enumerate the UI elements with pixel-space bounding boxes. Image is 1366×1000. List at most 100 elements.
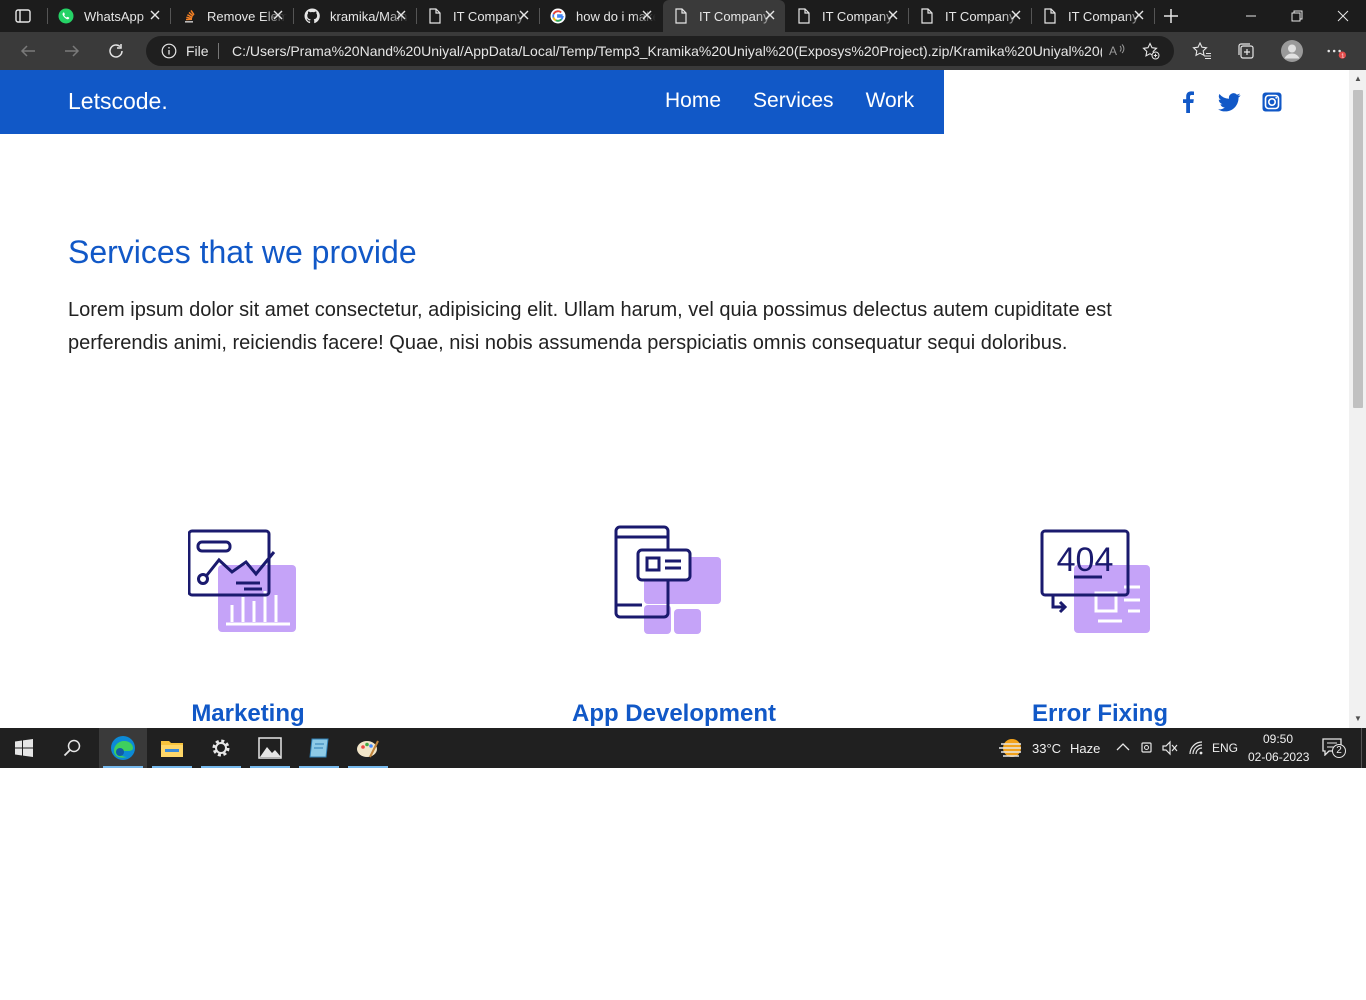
facebook-icon[interactable] (1176, 90, 1200, 114)
site-navbar: Letscode. Home Services Work (0, 70, 944, 134)
weather-haze-icon[interactable] (998, 737, 1024, 759)
tab-it-company[interactable]: IT Company (1032, 0, 1154, 32)
tab-actions-icon[interactable] (10, 7, 36, 25)
weather-temp[interactable]: 33°C (1032, 741, 1061, 756)
favorites-icon[interactable] (1192, 41, 1212, 61)
close-icon[interactable] (271, 8, 285, 22)
windows-taskbar: 33°C Haze ENG 09:50 02-06-2023 2 (0, 728, 1366, 768)
profile-avatar[interactable] (1280, 39, 1304, 63)
service-name: Error Fixing (1031, 700, 1169, 727)
tab-it-company[interactable]: IT Company (786, 0, 908, 32)
close-icon[interactable] (394, 8, 408, 22)
tab-remove-element[interactable]: Remove Element (171, 0, 293, 32)
divider (218, 43, 219, 59)
paint-icon[interactable] (344, 728, 392, 768)
address-bar[interactable]: File C:/Users/Prama%20Nand%20Uniyal/AppD… (146, 36, 1174, 66)
forward-button[interactable] (61, 40, 83, 62)
tab-it-company[interactable]: IT Company (909, 0, 1031, 32)
service-name: App Development (571, 700, 777, 727)
url-text[interactable]: C:/Users/Prama%20Nand%20Uniyal/AppData/L… (232, 43, 1102, 59)
add-favorite-icon[interactable] (1142, 42, 1160, 60)
clock-date[interactable]: 02-06-2023 (1248, 750, 1309, 764)
close-window-button[interactable] (1320, 0, 1366, 32)
action-center-icon[interactable]: 2 (1322, 738, 1346, 760)
stackoverflow-icon (181, 8, 197, 24)
more-menu-icon[interactable]: 1 (1326, 41, 1346, 61)
tab-github[interactable]: kramika/Main (294, 0, 416, 32)
nav-home[interactable]: Home (665, 89, 721, 113)
close-icon[interactable] (763, 8, 777, 22)
back-button[interactable] (17, 40, 39, 62)
site-logo[interactable]: Letscode. (68, 88, 168, 115)
volume-muted-icon[interactable] (1162, 740, 1178, 756)
close-icon[interactable] (1009, 8, 1023, 22)
mobile-app-icon (614, 525, 721, 634)
browser-toolbar: File C:/Users/Prama%20Nand%20Uniyal/AppD… (0, 32, 1366, 70)
file-icon (673, 8, 689, 24)
close-icon[interactable] (886, 8, 900, 22)
clock-time[interactable]: 09:50 (1263, 732, 1293, 746)
network-icon[interactable] (1188, 740, 1204, 756)
settings-icon[interactable] (197, 728, 245, 768)
new-tab-icon[interactable] (1161, 6, 1181, 26)
show-desktop-button[interactable] (1361, 728, 1362, 768)
scroll-down-icon[interactable]: ▼ (1353, 714, 1363, 724)
blank-area (0, 768, 1366, 1000)
weather-condition[interactable]: Haze (1070, 741, 1100, 756)
info-icon[interactable] (161, 43, 177, 59)
notification-count: 2 (1332, 744, 1346, 758)
service-name: Marketing (191, 700, 305, 727)
tab-separator (1154, 8, 1155, 24)
tab-it-company[interactable]: IT Company (417, 0, 539, 32)
search-icon[interactable] (48, 728, 96, 768)
close-icon[interactable] (517, 8, 531, 22)
svg-text:A: A (1109, 44, 1117, 58)
edge-icon[interactable] (99, 728, 147, 768)
notes-icon[interactable] (295, 728, 343, 768)
file-explorer-icon[interactable] (148, 728, 196, 768)
marketing-chart-icon (187, 529, 296, 632)
file-icon (796, 8, 812, 24)
nav-work[interactable]: Work (866, 89, 915, 113)
tab-google-search[interactable]: how do i make (540, 0, 662, 32)
github-icon (304, 8, 320, 24)
chevron-up-icon[interactable] (1116, 742, 1130, 752)
tab-it-company-active[interactable]: IT Company (663, 0, 785, 32)
service-card-error-fixing: 404 Error Fixing (950, 525, 1250, 727)
scroll-up-icon[interactable]: ▲ (1353, 74, 1363, 84)
language-indicator[interactable]: ENG (1212, 741, 1238, 755)
refresh-button[interactable] (105, 40, 127, 62)
file-icon (919, 8, 935, 24)
meet-now-icon[interactable] (1140, 740, 1154, 756)
whatsapp-icon (58, 8, 74, 24)
section-description: Lorem ipsum dolor sit amet consectetur, … (68, 299, 1112, 354)
close-icon[interactable] (1132, 8, 1146, 22)
nav-links: Home Services Work (665, 89, 946, 113)
restore-button[interactable] (1274, 0, 1320, 32)
close-icon[interactable] (640, 8, 654, 22)
page-viewport: Letscode. Home Services Work Services th… (0, 70, 1366, 728)
error-code-text: 404 (1057, 541, 1114, 579)
file-icon (427, 8, 443, 24)
file-icon (1042, 8, 1058, 24)
service-card-marketing: Marketing (98, 525, 398, 727)
scheme-label: File (186, 43, 209, 59)
page-scrollbar[interactable]: ▲ ▼ (1349, 70, 1366, 728)
twitter-icon[interactable] (1217, 90, 1241, 114)
error-404-icon: 404 (1040, 529, 1150, 633)
scroll-thumb[interactable] (1353, 90, 1363, 408)
instagram-icon[interactable] (1260, 90, 1284, 114)
close-icon[interactable] (148, 8, 162, 22)
start-icon[interactable] (0, 728, 48, 768)
browser-tab-strip: WhatsApp Remove Element kramika/Main IT … (0, 0, 1366, 32)
minimize-button[interactable] (1228, 0, 1274, 32)
service-card-app-development: App Development (524, 525, 824, 727)
section-title: Services that we provide (68, 234, 417, 270)
collections-icon[interactable] (1236, 41, 1256, 61)
google-icon (550, 8, 566, 24)
tab-whatsapp[interactable]: WhatsApp (48, 0, 170, 32)
nav-services[interactable]: Services (753, 89, 834, 113)
read-aloud-icon[interactable]: A (1108, 42, 1126, 60)
notification-badge: 1 (1341, 53, 1344, 59)
photos-icon[interactable] (246, 728, 294, 768)
